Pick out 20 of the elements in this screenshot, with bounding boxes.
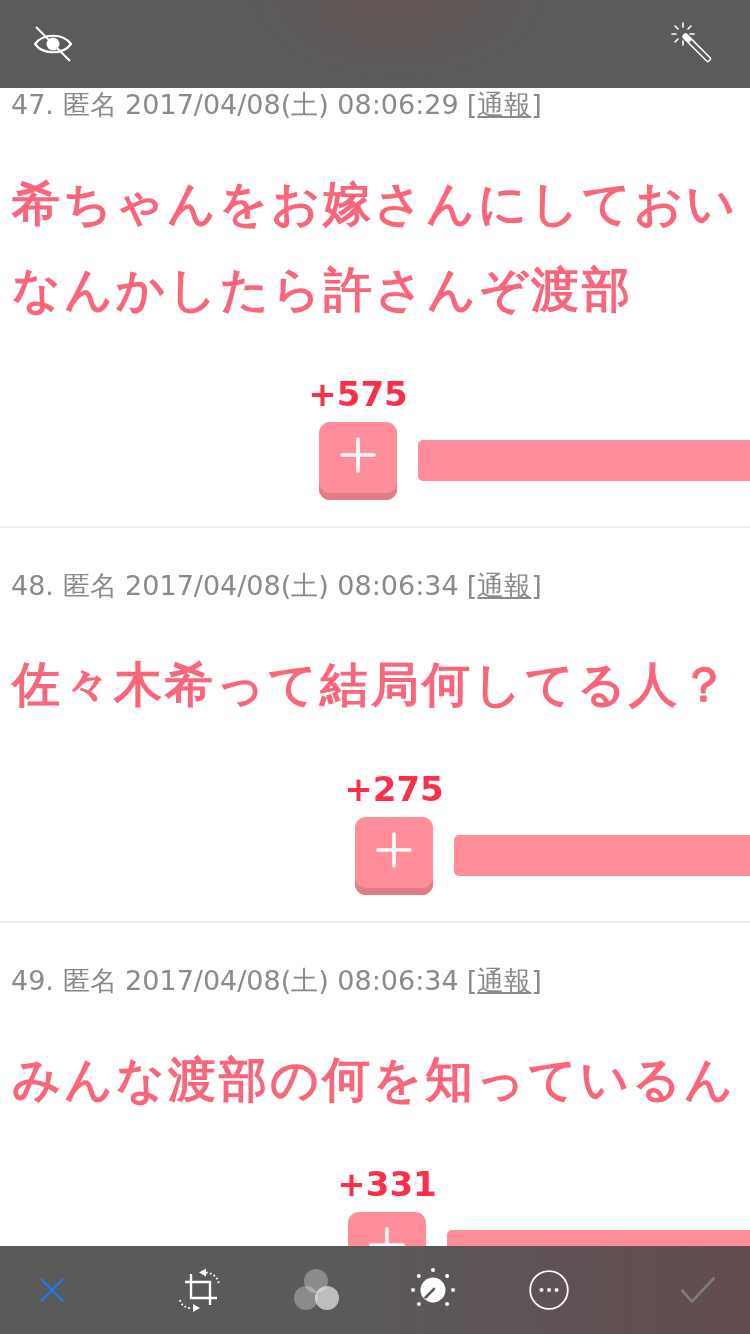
post-meta: 47. 匿名 2017/04/08(土) 08:06:29 [通報]	[11, 90, 543, 120]
report-link[interactable]: 通報	[477, 570, 532, 601]
vote-count: +331	[337, 1164, 437, 1204]
vote-count: +575	[308, 374, 408, 414]
post-text: 希ちゃんをお嫁さんにしておい なんかしたら許さんぞ渡部	[11, 174, 739, 319]
plus-button[interactable]	[319, 422, 397, 500]
plus-icon	[340, 437, 376, 473]
report-link[interactable]: 通報	[477, 965, 532, 996]
post-meta: 49. 匿名 2017/04/08(土) 08:06:34 [通報]	[11, 966, 543, 996]
plus-icon	[376, 832, 412, 868]
post-meta: 48. 匿名 2017/04/08(土) 08:06:34 [通報]	[11, 571, 543, 601]
overlapping-circles-icon[interactable]	[294, 1269, 340, 1311]
crop-rotate-icon[interactable]	[179, 1268, 223, 1312]
post-text: みんな渡部の何を知っているん	[11, 1050, 737, 1109]
post-text: 佐々木希って結局何してる人？	[11, 655, 732, 714]
vote-count: +275	[344, 769, 444, 809]
eye-slash-icon[interactable]	[33, 26, 73, 62]
more-icon[interactable]	[529, 1270, 569, 1310]
report-link[interactable]: 通報	[477, 89, 532, 120]
plus-button[interactable]	[355, 817, 433, 895]
